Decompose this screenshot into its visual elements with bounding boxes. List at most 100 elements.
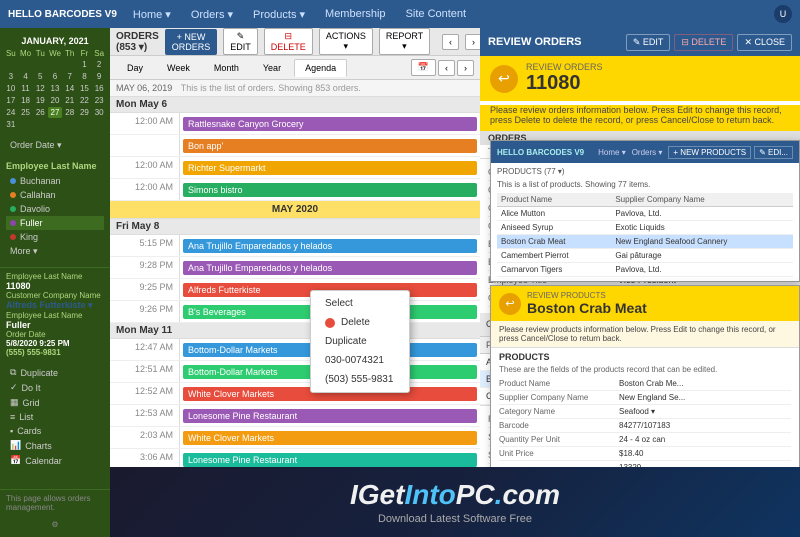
edit-order-button[interactable]: ✎ EDIT <box>626 34 671 51</box>
cal-day-13[interactable]: 13 <box>48 83 62 94</box>
arrow-right-button[interactable]: › <box>457 60 474 76</box>
inner-edit-button[interactable]: ✎ EDI... <box>754 146 793 159</box>
cal-day-10[interactable]: 10 <box>4 83 18 94</box>
close-order-button[interactable]: ✕ CLOSE <box>737 34 792 51</box>
cal-day[interactable] <box>78 119 92 130</box>
context-phone-2[interactable]: (503) 555-9831 <box>311 370 409 389</box>
action-grid[interactable]: ▦ Grid <box>6 395 104 410</box>
tab-day[interactable]: Day <box>116 59 154 77</box>
new-orders-button[interactable]: + NEW ORDERS <box>165 29 218 55</box>
delete-button[interactable]: ⊟ DELETE <box>264 28 313 55</box>
cal-day[interactable] <box>19 59 33 70</box>
employees-more[interactable]: More ▾ <box>6 244 104 259</box>
action-calendar[interactable]: 📅 Calendar <box>6 453 104 468</box>
cal-day-2[interactable]: 2 <box>92 59 106 70</box>
action-doit[interactable]: ✓ Do It <box>6 380 104 395</box>
cal-day-6[interactable]: 6 <box>48 71 62 82</box>
tab-year[interactable]: Year <box>252 59 292 77</box>
event-ana-2[interactable]: Ana Trujillo Emparedados y helados <box>183 261 477 275</box>
tab-week[interactable]: Week <box>156 59 201 77</box>
action-duplicate[interactable]: ⧉ Duplicate <box>6 365 104 380</box>
cal-day-29[interactable]: 29 <box>78 107 92 118</box>
event-richter[interactable]: Richter Supermarkt <box>183 161 477 175</box>
nav-home[interactable]: Home ▾ <box>129 6 175 23</box>
cal-day-27[interactable]: 27 <box>48 107 62 118</box>
action-list[interactable]: ≡ List <box>6 410 104 424</box>
context-select[interactable]: Select <box>311 294 409 313</box>
employee-davolio[interactable]: Davolio <box>6 202 104 216</box>
cal-day-7[interactable]: 7 <box>63 71 77 82</box>
cal-day[interactable] <box>63 119 77 130</box>
actions-button[interactable]: ACTIONS ▾ <box>319 28 373 55</box>
cal-day-3[interactable]: 3 <box>4 71 18 82</box>
cal-day-5[interactable]: 5 <box>33 71 47 82</box>
event-lonesome-2[interactable]: Lonesome Pine Restaurant <box>183 453 477 467</box>
cal-day[interactable] <box>33 59 47 70</box>
cal-day-1[interactable]: 1 <box>78 59 92 70</box>
cal-day-31[interactable]: 31 <box>4 119 18 130</box>
context-delete[interactable]: Delete <box>311 313 409 332</box>
cal-day[interactable] <box>4 59 18 70</box>
cal-day-23[interactable]: 23 <box>92 95 106 106</box>
inner-table-row[interactable]: Alice Mutton Pavlova, Ltd. <box>497 207 793 221</box>
cal-day-20[interactable]: 20 <box>48 95 62 106</box>
cal-day[interactable] <box>92 119 106 130</box>
inner-nav-home[interactable]: Home ▾ <box>598 148 626 157</box>
employee-fuller[interactable]: Fuller <box>6 216 104 230</box>
employee-king[interactable]: King <box>6 230 104 244</box>
cal-day[interactable] <box>48 59 62 70</box>
event-white-clover-2[interactable]: White Clover Markets <box>183 431 477 445</box>
edit-button[interactable]: ✎ EDIT <box>223 28 258 55</box>
delete-order-button[interactable]: ⊟ DELETE <box>674 34 733 51</box>
employee-callahan[interactable]: Callahan <box>6 188 104 202</box>
cal-day-12[interactable]: 12 <box>33 83 47 94</box>
company-value[interactable]: Alfreds Futterkiste ▾ <box>6 300 104 311</box>
cal-day-19[interactable]: 19 <box>33 95 47 106</box>
nav-site-content[interactable]: Site Content <box>402 6 471 22</box>
inner-table-row[interactable]: Carnarvon Tigers Pavlova, Ltd. <box>497 263 793 277</box>
cal-day[interactable] <box>19 119 33 130</box>
cal-day-30[interactable]: 30 <box>92 107 106 118</box>
cal-day-25[interactable]: 25 <box>19 107 33 118</box>
employee-buchanan[interactable]: Buchanan <box>6 174 104 188</box>
user-avatar[interactable]: U <box>774 5 792 23</box>
cal-day-16[interactable]: 16 <box>92 83 106 94</box>
cal-day-24[interactable]: 24 <box>4 107 18 118</box>
order-id[interactable]: 11080 <box>6 281 104 291</box>
cal-day[interactable] <box>33 119 47 130</box>
nav-products[interactable]: Products ▾ <box>249 6 309 23</box>
order-date-filter[interactable]: Order Date ▾ <box>6 138 104 153</box>
nav-orders[interactable]: Orders ▾ <box>187 6 237 23</box>
calendar-icon-button[interactable]: 📅 <box>411 59 436 76</box>
inner-nav-orders[interactable]: Orders ▾ <box>632 148 663 157</box>
sidebar-order-date[interactable]: Order Date ▾ <box>0 134 110 157</box>
event-bon-app[interactable]: Bon app' <box>183 139 477 153</box>
event-rattlesnake[interactable]: Rattlesnake Canyon Grocery <box>183 117 477 131</box>
context-phone-1[interactable]: 030-0074321 <box>311 351 409 370</box>
cal-day[interactable] <box>48 119 62 130</box>
cal-day-4[interactable]: 4 <box>19 71 33 82</box>
event-simons[interactable]: Simons bistro <box>183 183 477 197</box>
cal-day-26[interactable]: 26 <box>33 107 47 118</box>
cal-day-11[interactable]: 11 <box>19 83 33 94</box>
cal-day-17[interactable]: 17 <box>4 95 18 106</box>
event-lonesome-1[interactable]: Lonesome Pine Restaurant <box>183 409 477 423</box>
nav-membership[interactable]: Membership <box>321 6 390 22</box>
cal-day-15[interactable]: 15 <box>78 83 92 94</box>
cal-day-18[interactable]: 18 <box>19 95 33 106</box>
prev-button[interactable]: ‹ <box>442 34 459 50</box>
cal-day-9[interactable]: 9 <box>92 71 106 82</box>
inner-table-row-highlighted[interactable]: Boston Crab Meat New England Seafood Can… <box>497 235 793 249</box>
next-button[interactable]: › <box>465 34 480 50</box>
cal-day-22[interactable]: 22 <box>78 95 92 106</box>
cal-day-14[interactable]: 14 <box>63 83 77 94</box>
action-cards[interactable]: ▪ Cards <box>6 424 104 438</box>
cal-day-28[interactable]: 28 <box>63 107 77 118</box>
arrow-left-button[interactable]: ‹ <box>438 60 455 76</box>
cal-day-21[interactable]: 21 <box>63 95 77 106</box>
report-button[interactable]: REPORT ▾ <box>379 28 430 55</box>
tab-agenda[interactable]: Agenda <box>294 59 347 77</box>
cal-day[interactable] <box>63 59 77 70</box>
inner-table-row[interactable]: Aniseed Syrup Exotic Liquids <box>497 221 793 235</box>
context-duplicate[interactable]: Duplicate <box>311 332 409 351</box>
